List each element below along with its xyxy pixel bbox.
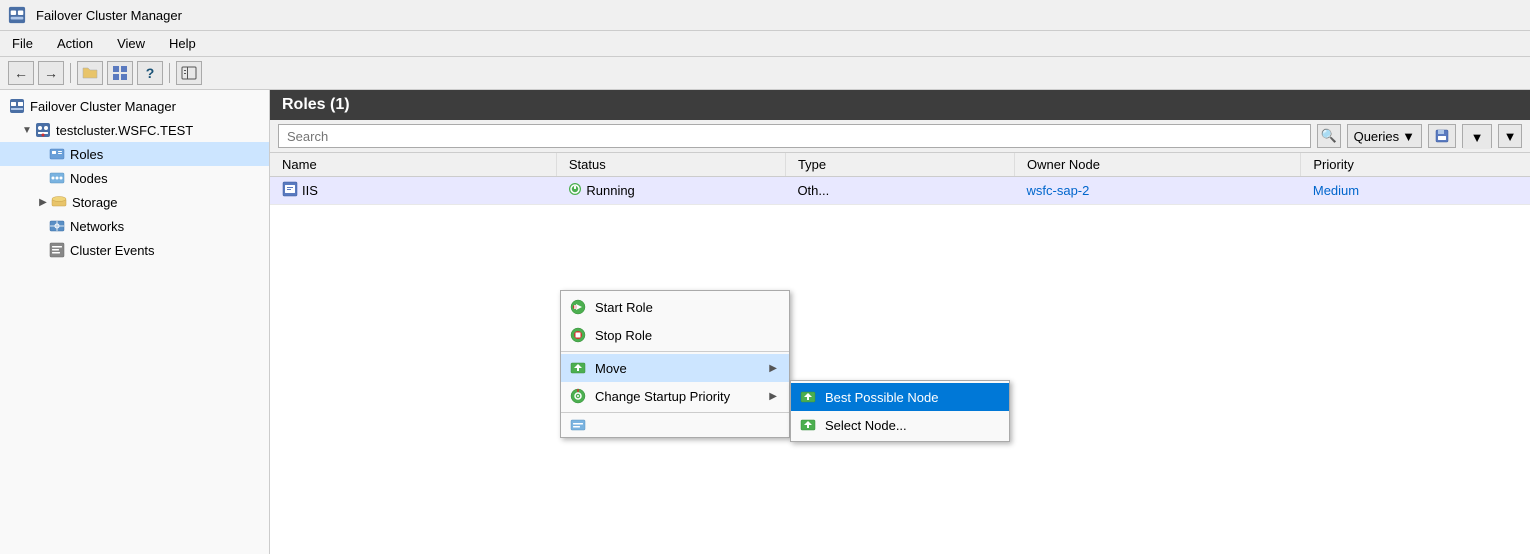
menu-bar: File Action View Help <box>0 31 1530 57</box>
best-possible-node-icon <box>799 388 817 406</box>
cluster-events-icon <box>48 241 66 259</box>
cell-status: Running <box>556 177 785 205</box>
col-name[interactable]: Name <box>270 153 556 177</box>
networks-label: Networks <box>70 219 124 234</box>
status-icon <box>568 182 582 199</box>
move-icon <box>569 359 587 377</box>
search-button[interactable]: 🔍 <box>1317 124 1341 148</box>
sidebar-item-cluster-events[interactable]: Cluster Events <box>0 238 269 262</box>
ctx-stop-role[interactable]: Stop Role <box>561 321 789 349</box>
best-possible-node-label: Best Possible Node <box>825 390 938 405</box>
select-node-label: Select Node... <box>825 418 907 433</box>
testcluster-label: testcluster.WSFC.TEST <box>56 123 193 138</box>
queries-label: Queries <box>1354 129 1400 144</box>
failover-manager-icon <box>8 97 26 115</box>
save-dropdown-arrow[interactable]: ▼ <box>1463 125 1491 149</box>
col-owner-node[interactable]: Owner Node <box>1015 153 1301 177</box>
panel-button[interactable] <box>176 61 202 85</box>
app-icon <box>8 6 26 24</box>
cell-priority: Medium <box>1301 177 1530 205</box>
sidebar-item-roles[interactable]: Roles <box>0 142 269 166</box>
toolbar: ← → ? <box>0 57 1530 90</box>
priority-icon <box>569 387 587 405</box>
col-priority[interactable]: Priority <box>1301 153 1530 177</box>
queries-button[interactable]: Queries ▼ <box>1347 124 1422 148</box>
sidebar-item-testcluster[interactable]: ▼ testcluster.WSFC.TEST <box>0 118 269 142</box>
toolbar-separator-2 <box>169 63 170 83</box>
search-input[interactable] <box>278 124 1311 148</box>
sidebar-item-storage[interactable]: ▶ Storage <box>0 190 269 214</box>
start-role-label: Start Role <box>595 300 653 315</box>
submenu-select-node[interactable]: Select Node... <box>791 411 1009 439</box>
title-bar: Failover Cluster Manager <box>0 0 1530 31</box>
folder-button[interactable] <box>77 61 103 85</box>
submenu: Best Possible Node Select Node... <box>790 380 1010 442</box>
table-row[interactable]: IIS <box>270 177 1530 205</box>
nodes-label: Nodes <box>70 171 108 186</box>
failover-manager-label: Failover Cluster Manager <box>30 99 176 114</box>
sidebar-item-networks[interactable]: Networks <box>0 214 269 238</box>
ctx-separator-2 <box>561 412 789 413</box>
menu-view[interactable]: View <box>113 34 149 53</box>
content-header: Roles (1) <box>270 90 1530 120</box>
iis-icon <box>282 181 298 200</box>
cluster-events-label: Cluster Events <box>70 243 155 258</box>
roles-table: Name Status Type Owner Node Priority <box>270 153 1530 205</box>
grid-button[interactable] <box>107 61 133 85</box>
roles-label: Roles <box>70 147 103 162</box>
save-dropdown-group: ▼ <box>1462 124 1492 148</box>
stop-role-icon <box>569 326 587 344</box>
start-role-icon <box>569 298 587 316</box>
networks-icon <box>48 217 66 235</box>
menu-action[interactable]: Action <box>53 34 97 53</box>
storage-icon <box>50 193 68 211</box>
sidebar-item-nodes[interactable]: Nodes <box>0 166 269 190</box>
more-icon <box>569 416 587 434</box>
ctx-more[interactable] <box>561 415 789 435</box>
table-header-row: Name Status Type Owner Node Priority <box>270 153 1530 177</box>
cell-name: IIS <box>270 177 556 205</box>
ctx-move[interactable]: Move ▶ <box>561 354 789 382</box>
select-node-icon <box>799 416 817 434</box>
col-type[interactable]: Type <box>785 153 1014 177</box>
storage-label: Storage <box>72 195 118 210</box>
expand-chevron-testcluster[interactable]: ▼ <box>20 123 34 137</box>
ctx-change-startup-priority[interactable]: Change Startup Priority ▶ <box>561 382 789 410</box>
help-button[interactable]: ? <box>137 61 163 85</box>
app-title: Failover Cluster Manager <box>36 8 182 23</box>
context-menu: Start Role Stop Role Mo <box>560 290 790 438</box>
save-button[interactable] <box>1428 124 1456 148</box>
sidebar-item-failover-cluster-manager[interactable]: Failover Cluster Manager <box>0 94 269 118</box>
roles-icon <box>48 145 66 163</box>
expand-panel-button[interactable]: ▼ <box>1498 124 1522 148</box>
back-button[interactable]: ← <box>8 61 34 85</box>
menu-help[interactable]: Help <box>165 34 200 53</box>
queries-dropdown-icon: ▼ <box>1402 129 1415 144</box>
testcluster-icon <box>34 121 52 139</box>
expand-chevron-storage[interactable]: ▶ <box>36 195 50 209</box>
move-label: Move <box>595 361 627 376</box>
toolbar-separator-1 <box>70 63 71 83</box>
cell-owner-node: wsfc-sap-2 <box>1015 177 1301 205</box>
move-submenu-arrow: ▶ <box>769 363 777 374</box>
col-status[interactable]: Status <box>556 153 785 177</box>
context-menu-wrapper: Start Role Stop Role Mo <box>560 290 1010 442</box>
forward-button[interactable]: → <box>38 61 64 85</box>
menu-file[interactable]: File <box>8 34 37 53</box>
ctx-start-role[interactable]: Start Role <box>561 293 789 321</box>
sidebar: Failover Cluster Manager ▼ testcluster.W… <box>0 90 270 554</box>
search-bar: 🔍 Queries ▼ ▼ ▼ <box>270 120 1530 153</box>
nodes-icon <box>48 169 66 187</box>
content-title: Roles (1) <box>282 96 350 113</box>
ctx-separator-1 <box>561 351 789 352</box>
priority-submenu-arrow: ▶ <box>769 391 777 402</box>
change-startup-priority-label: Change Startup Priority <box>595 389 730 404</box>
cell-type: Oth... <box>785 177 1014 205</box>
stop-role-label: Stop Role <box>595 328 652 343</box>
submenu-best-possible-node[interactable]: Best Possible Node <box>791 383 1009 411</box>
